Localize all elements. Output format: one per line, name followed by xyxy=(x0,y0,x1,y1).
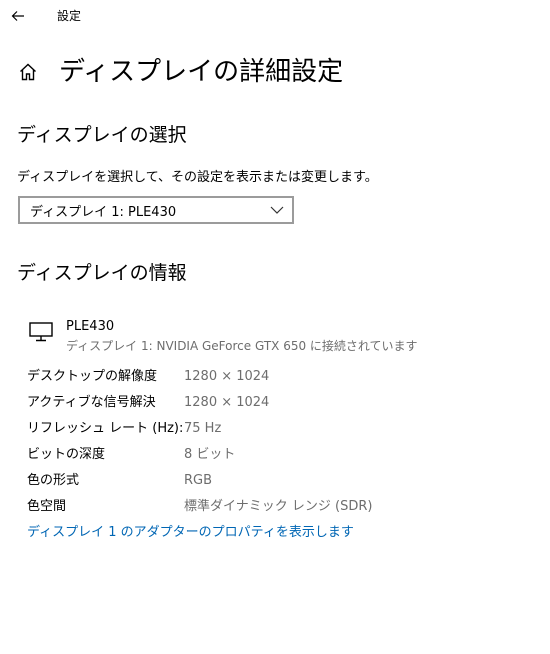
monitor-icon xyxy=(29,322,53,342)
chevron-down-icon xyxy=(270,204,284,216)
home-button[interactable] xyxy=(17,61,39,83)
info-label: ビットの深度 xyxy=(27,447,106,462)
settings-window: 設定 ディスプレイの詳細設定 ディスプレイの選択 ディスプレイを選択して、その設… xyxy=(0,0,550,654)
home-icon xyxy=(20,63,36,81)
title-bar: 設定 xyxy=(0,0,550,32)
display-info-heading: ディスプレイの情報 xyxy=(17,262,187,284)
info-label: リフレッシュ レート (Hz): xyxy=(27,421,184,436)
info-label: 色の形式 xyxy=(27,473,80,488)
monitor-summary: PLE430 ディスプレイ 1: NVIDIA GeForce GTX 650 … xyxy=(27,317,527,357)
info-value: 75 Hz xyxy=(184,421,222,436)
display-select-value: ディスプレイ 1: PLE430 xyxy=(30,204,177,220)
display-info-table: デスクトップの解像度 1280 × 1024 アクティブな信号解決 1280 ×… xyxy=(27,365,527,521)
select-display-heading: ディスプレイの選択 xyxy=(17,124,187,146)
info-row-color-format: 色の形式 RGB xyxy=(27,469,527,495)
info-label: アクティブな信号解決 xyxy=(27,395,156,410)
info-value: 1280 × 1024 xyxy=(184,369,270,384)
info-row-bit-depth: ビットの深度 8 ビット xyxy=(27,443,527,469)
page-title: ディスプレイの詳細設定 xyxy=(59,57,344,87)
adapter-properties-link[interactable]: ディスプレイ 1 のアダプターのプロパティを表示します xyxy=(27,524,354,542)
info-label: デスクトップの解像度 xyxy=(27,369,158,384)
info-label: 色空間 xyxy=(27,499,67,514)
page-header: ディスプレイの詳細設定 xyxy=(17,52,343,92)
info-value: 8 ビット xyxy=(184,447,236,462)
back-button[interactable] xyxy=(6,4,30,28)
info-row-refresh-rate: リフレッシュ レート (Hz): 75 Hz xyxy=(27,417,527,443)
info-value: 標準ダイナミック レンジ (SDR) xyxy=(184,499,373,514)
monitor-connection: ディスプレイ 1: NVIDIA GeForce GTX 650 に接続されてい… xyxy=(66,339,418,353)
info-value: RGB xyxy=(184,473,213,488)
display-select-dropdown[interactable]: ディスプレイ 1: PLE430 xyxy=(18,196,294,224)
select-display-description: ディスプレイを選択して、その設定を表示または変更します。 xyxy=(17,170,378,185)
monitor-name: PLE430 xyxy=(66,319,115,334)
window-title: 設定 xyxy=(57,9,82,23)
arrow-left-icon xyxy=(11,11,24,21)
info-row-active-signal: アクティブな信号解決 1280 × 1024 xyxy=(27,391,527,417)
info-row-desktop-resolution: デスクトップの解像度 1280 × 1024 xyxy=(27,365,527,391)
info-row-color-space: 色空間 標準ダイナミック レンジ (SDR) xyxy=(27,495,527,521)
info-value: 1280 × 1024 xyxy=(184,395,270,410)
